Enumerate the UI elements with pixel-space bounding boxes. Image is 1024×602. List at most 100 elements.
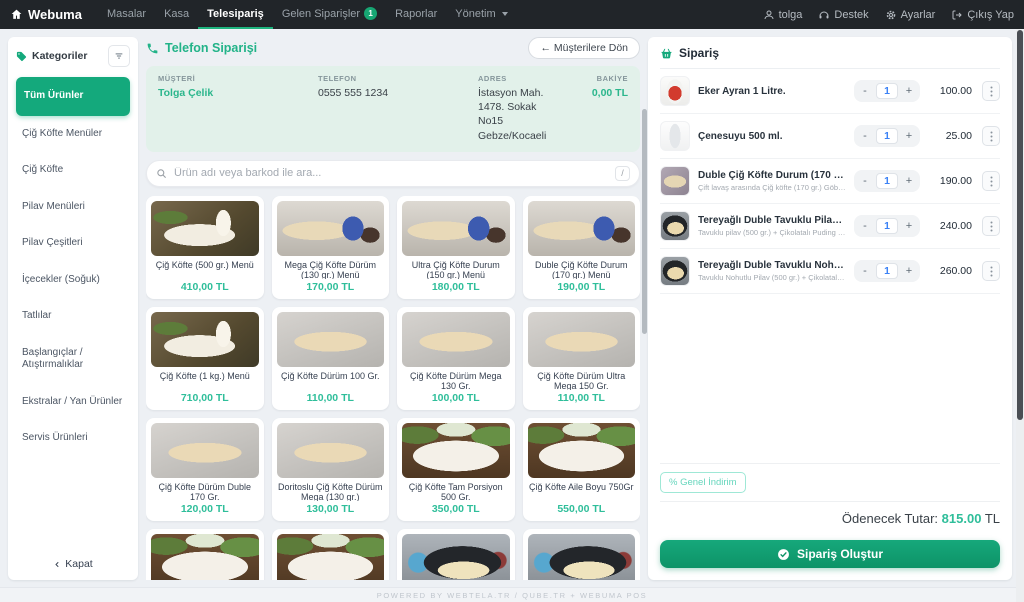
decrease-quantity-button[interactable]: - [859, 84, 871, 99]
product-card[interactable]: Çiğ Köfte Dürüm Mega 130 Gr.100,00 TL [397, 307, 515, 410]
general-discount-button[interactable]: % Genel İndirim [660, 472, 746, 493]
product-card[interactable]: Çiğ Köfte Dürüm Ultra Mega 150 Gr.110,00… [523, 307, 641, 410]
navbar-right: tolga Destek Ayarlar Çıkış Yap [763, 0, 1014, 29]
order-spacer [660, 294, 1000, 463]
total-currency: TL [985, 511, 1000, 526]
category-cig-kofte-menuler[interactable]: Çiğ Köfte Menüler [16, 116, 130, 153]
category-tatlilar[interactable]: Tatlılar [16, 298, 130, 335]
category-list: Tüm Ürünler Çiğ Köfte Menüler Çiğ Köfte … [16, 77, 130, 457]
product-card[interactable]: Duble Çiğ Köfte Durum (170 gr.) Menü190,… [523, 196, 641, 299]
logout-button[interactable]: Çıkış Yap [951, 9, 1014, 21]
sidebar-close-button[interactable]: Kapat [16, 550, 130, 570]
category-pilav-cesitleri[interactable]: Pilav Çeşitleri [16, 225, 130, 262]
product-grid-scrollbar[interactable] [642, 109, 647, 334]
gear-icon [885, 9, 897, 21]
quantity-value[interactable]: 1 [876, 263, 898, 279]
item-options-button[interactable] [982, 261, 1000, 281]
category-ekstralar[interactable]: Ekstralar / Yan Ürünler [16, 384, 130, 421]
user-menu[interactable]: tolga [763, 9, 803, 21]
settings-button[interactable]: Ayarlar [885, 9, 936, 21]
page-scrollbar-thumb[interactable] [1017, 30, 1023, 420]
product-card[interactable]: Çiğ Köfte Yarım Porsiyon 330 Gr.210,00 T… [272, 529, 390, 580]
product-card[interactable]: Çiğ Köfte Dürüm 100 Gr.110,00 TL [272, 307, 390, 410]
category-icecekler[interactable]: İçecekler (Soğuk) [16, 262, 130, 299]
item-options-button[interactable] [982, 81, 1000, 101]
decrease-quantity-button[interactable]: - [859, 129, 871, 144]
order-item-thumbnail [660, 76, 690, 106]
decrease-quantity-button[interactable]: - [859, 219, 871, 234]
product-card[interactable]: Çiğ Köfte Dürüm Duble 170 Gr.120,00 TL [146, 418, 264, 521]
kebab-menu-icon [990, 176, 993, 187]
order-item-desc: Tavuklu Nohutlu Pilav (500 gr.) + Çikola… [698, 273, 846, 282]
support-button[interactable]: Destek [818, 9, 868, 21]
order-item: Eker Ayran 1 Litre. - 1 + 100.00 [660, 69, 1000, 114]
user-name: tolga [779, 9, 803, 21]
customer-address-label: ADRES [478, 74, 548, 83]
product-card[interactable]: Çiğ Köfte (500 gr.) Menü410,00 TL [146, 196, 264, 299]
quantity-value[interactable]: 1 [876, 173, 898, 189]
page-scrollbar-track[interactable] [1016, 29, 1024, 602]
category-cig-kofte[interactable]: Çiğ Köfte [16, 152, 130, 189]
basket-icon [660, 47, 673, 60]
product-price: 180,00 TL [397, 279, 515, 299]
nav-kasa[interactable]: Kasa [155, 0, 198, 29]
product-image [151, 201, 259, 256]
create-order-button[interactable]: Sipariş Oluştur [660, 540, 1000, 568]
nav-gelen-siparisler[interactable]: Gelen Siparişler 1 [273, 0, 386, 29]
product-card[interactable]: Tereyağlı Duble Tavuklu Nohutlu Pilav Me… [523, 529, 641, 580]
content-area: Kategoriler Tüm Ürünler Çiğ Köfte Menüle… [0, 29, 1024, 587]
product-price: 120,00 TL [146, 501, 264, 521]
increase-quantity-button[interactable]: + [903, 129, 915, 144]
nav-telesiparis[interactable]: Telesipariş [198, 0, 273, 29]
product-card[interactable]: Çiğ Köfte (1 kg.) Menü710,00 TL [146, 307, 264, 410]
kebab-menu-icon [990, 131, 993, 142]
order-item-desc: Çift lavaş arasında Çiğ köfte (170 gr.) … [698, 183, 846, 192]
sidebar-title: Kategoriler [16, 50, 87, 62]
check-circle-icon [777, 548, 790, 561]
product-image [151, 423, 259, 478]
product-card[interactable]: Çiğ Köfte Aile Boyu 750Gr550,00 TL [523, 418, 641, 521]
quantity-value[interactable]: 1 [876, 218, 898, 234]
product-image [402, 201, 510, 256]
increase-quantity-button[interactable]: + [903, 264, 915, 279]
product-name: Duble Çiğ Köfte Durum (170 gr.) Menü [523, 256, 641, 279]
order-item-info: Çenesuyu 500 ml. [698, 131, 846, 142]
back-to-customers-button[interactable]: ← Müşterilere Dön [528, 37, 640, 59]
nav-raporlar[interactable]: Raporlar [386, 0, 446, 29]
product-card[interactable]: Tereyağlı Duble Tavuklu Pilav Menü (500 … [397, 529, 515, 580]
product-card[interactable]: Çiğ Köfte 1Kg700,00 TL [146, 529, 264, 580]
phone-order-panel: Telefon Siparişi ← Müşterilere Dön MÜŞTE… [146, 37, 640, 580]
sidebar-collapse-button[interactable] [108, 45, 130, 67]
search-input[interactable] [174, 167, 608, 179]
product-price: 100,00 TL [397, 390, 515, 410]
nav-yonetim-label: Yönetim [455, 8, 495, 20]
item-options-button[interactable] [982, 126, 1000, 146]
category-baslangiclar[interactable]: Başlangıçlar / Atıştırmalıklar [16, 335, 130, 384]
product-image [402, 423, 510, 478]
category-tum-urunler[interactable]: Tüm Ürünler [16, 77, 130, 116]
category-servis-urunleri[interactable]: Servis Ürünleri [16, 420, 130, 457]
nav-masalar[interactable]: Masalar [98, 0, 155, 29]
quantity-value[interactable]: 1 [876, 128, 898, 144]
item-options-button[interactable] [982, 216, 1000, 236]
quantity-value[interactable]: 1 [876, 83, 898, 99]
category-pilav-menuleri[interactable]: Pilav Menüleri [16, 189, 130, 226]
product-card[interactable]: Doritoslu Çiğ Köfte Dürüm Mega (130 gr.)… [272, 418, 390, 521]
product-name: Çiğ Köfte Tam Porsiyon 500 Gr. [397, 478, 515, 501]
product-card[interactable]: Çiğ Köfte Tam Porsiyon 500 Gr.350,00 TL [397, 418, 515, 521]
footer: POWERED BY WEBTELA.TR / QUBE.TR + WEBUMA… [0, 587, 1024, 602]
total-label: Ödenecek Tutar: [842, 511, 938, 526]
brand-logo[interactable]: Webuma [10, 0, 82, 29]
decrease-quantity-button[interactable]: - [859, 264, 871, 279]
customer-balance-value: 0,00 TL [558, 86, 628, 100]
order-item-price: 260.00 [928, 265, 972, 277]
product-card[interactable]: Mega Çiğ Köfte Dürüm (130 gr.) Menü170,0… [272, 196, 390, 299]
product-card[interactable]: Ultra Çiğ Köfte Durum (150 gr.) Menü180,… [397, 196, 515, 299]
increase-quantity-button[interactable]: + [903, 174, 915, 189]
decrease-quantity-button[interactable]: - [859, 174, 871, 189]
increase-quantity-button[interactable]: + [903, 84, 915, 99]
item-options-button[interactable] [982, 171, 1000, 191]
order-item-name: Tereyağlı Duble Tavuklu Pilav Menü (500 … [698, 215, 846, 226]
increase-quantity-button[interactable]: + [903, 219, 915, 234]
nav-yonetim[interactable]: Yönetim [446, 0, 516, 29]
